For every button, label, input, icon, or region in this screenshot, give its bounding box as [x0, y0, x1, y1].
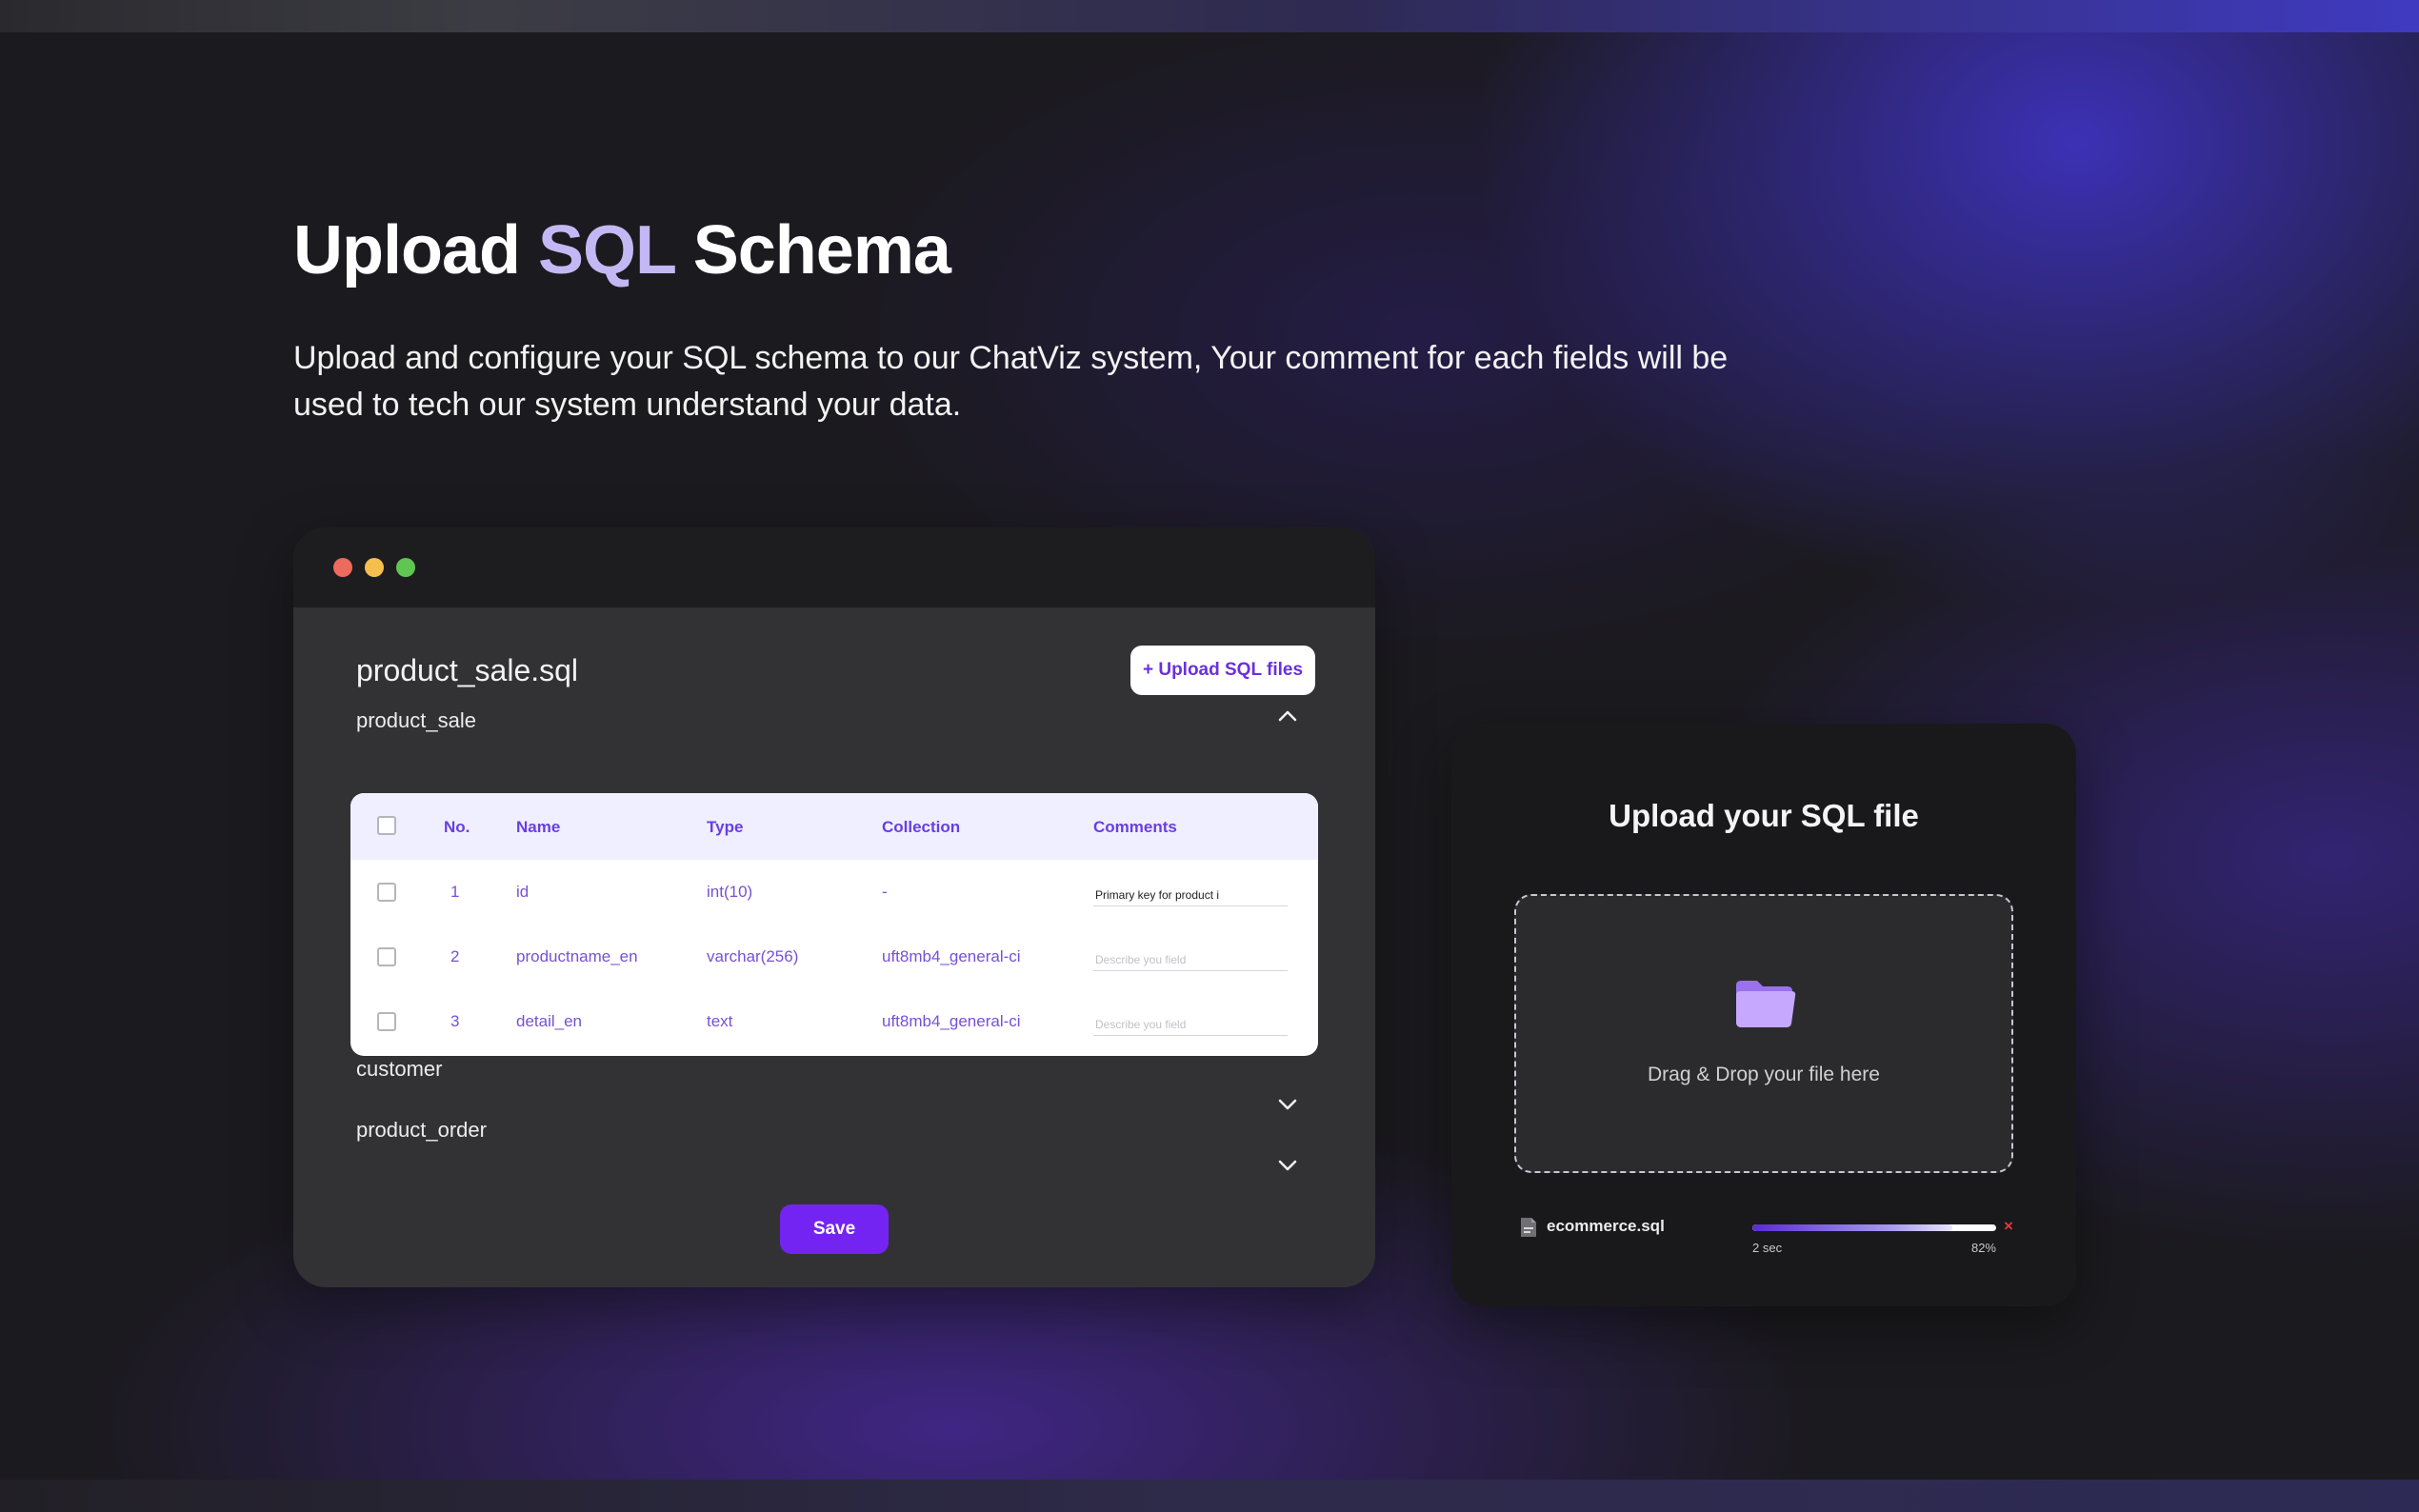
field-type: text: [707, 1012, 733, 1030]
table-section-product-sale[interactable]: product_sale: [356, 708, 476, 733]
row-number: 3: [450, 1012, 460, 1030]
product-sale-table: No. Name Type Collection Comments 1 id i…: [350, 793, 1318, 1056]
page-description: Upload and configure your SQL schema to …: [293, 340, 1729, 423]
upload-progress-percent: 82%: [1970, 1241, 1996, 1255]
upload-sql-files-button[interactable]: + Upload SQL files: [1130, 646, 1315, 695]
row-checkbox[interactable]: [377, 1012, 396, 1031]
close-icon[interactable]: ×: [2004, 1217, 2013, 1236]
field-collection: -: [882, 883, 888, 901]
window-maximize-dot[interactable]: [396, 558, 415, 577]
field-name: detail_en: [516, 1012, 583, 1030]
row-number: 2: [450, 947, 460, 965]
row-number: 1: [450, 883, 460, 901]
column-header-comments: Comments: [1093, 818, 1177, 836]
upload-time-remaining: 2 sec: [1752, 1241, 1783, 1255]
row-checkbox[interactable]: [377, 947, 396, 966]
page-title-accent: SQL: [538, 212, 676, 288]
field-type: int(10): [707, 883, 753, 901]
uploading-file-name: ecommerce.sql: [1547, 1217, 1665, 1235]
column-header-name: Name: [516, 818, 561, 836]
save-button[interactable]: Save: [780, 1204, 889, 1254]
column-header-collection: Collection: [882, 818, 961, 836]
dropzone-text: Drag & Drop your file here: [1648, 1064, 1880, 1085]
field-name: id: [516, 883, 530, 901]
window-titlebar: [293, 527, 1375, 607]
field-comment-input[interactable]: [1093, 949, 1288, 971]
chevron-down-icon[interactable]: [1278, 1159, 1297, 1172]
schema-file-name: product_sale.sql: [356, 653, 579, 687]
top-bar: [0, 0, 2419, 32]
table-section-product-order[interactable]: product_order: [356, 1118, 487, 1143]
row-checkbox[interactable]: [377, 883, 396, 902]
window-close-dot[interactable]: [333, 558, 352, 577]
column-header-no: No.: [444, 818, 470, 836]
bottom-bar: [0, 1480, 2419, 1512]
field-comment-input[interactable]: [1093, 885, 1288, 906]
file-dropzone[interactable]: Drag & Drop your file here: [1514, 894, 2013, 1173]
upload-card-title: Upload your SQL file: [1609, 798, 1919, 833]
window-minimize-dot[interactable]: [365, 558, 384, 577]
field-type: varchar(256): [707, 947, 799, 965]
file-icon: [1519, 1217, 1538, 1238]
field-name: productname_en: [516, 947, 638, 965]
upload-progress-fill: [1752, 1224, 1952, 1231]
table-row: 2 productname_en varchar(256) uft8mb4_ge…: [350, 925, 1318, 989]
column-header-type: Type: [707, 818, 744, 836]
folder-icon: [1732, 976, 1799, 1031]
field-comment-input[interactable]: [1093, 1014, 1288, 1036]
chevron-up-icon[interactable]: [1278, 709, 1297, 723]
select-all-checkbox[interactable]: [377, 816, 396, 835]
upload-card: Upload your SQL file Drag & Drop your fi…: [1451, 724, 2076, 1306]
page-title: Upload SQL Schema: [293, 211, 951, 289]
table-row: 1 id int(10) -: [350, 860, 1318, 925]
table-header: No. Name Type Collection Comments: [350, 793, 1318, 860]
field-collection: uft8mb4_general-ci: [882, 1012, 1021, 1030]
upload-progress-bar: [1752, 1224, 1996, 1231]
table-row: 3 detail_en text uft8mb4_general-ci: [350, 989, 1318, 1054]
field-collection: uft8mb4_general-ci: [882, 947, 1021, 965]
page-title-prefix: Upload: [293, 212, 521, 288]
page-title-suffix: Schema: [692, 212, 951, 288]
table-section-customer[interactable]: customer: [356, 1057, 442, 1082]
schema-window: product_sale.sql + Upload SQL files prod…: [293, 527, 1375, 1287]
chevron-down-icon[interactable]: [1278, 1098, 1297, 1111]
